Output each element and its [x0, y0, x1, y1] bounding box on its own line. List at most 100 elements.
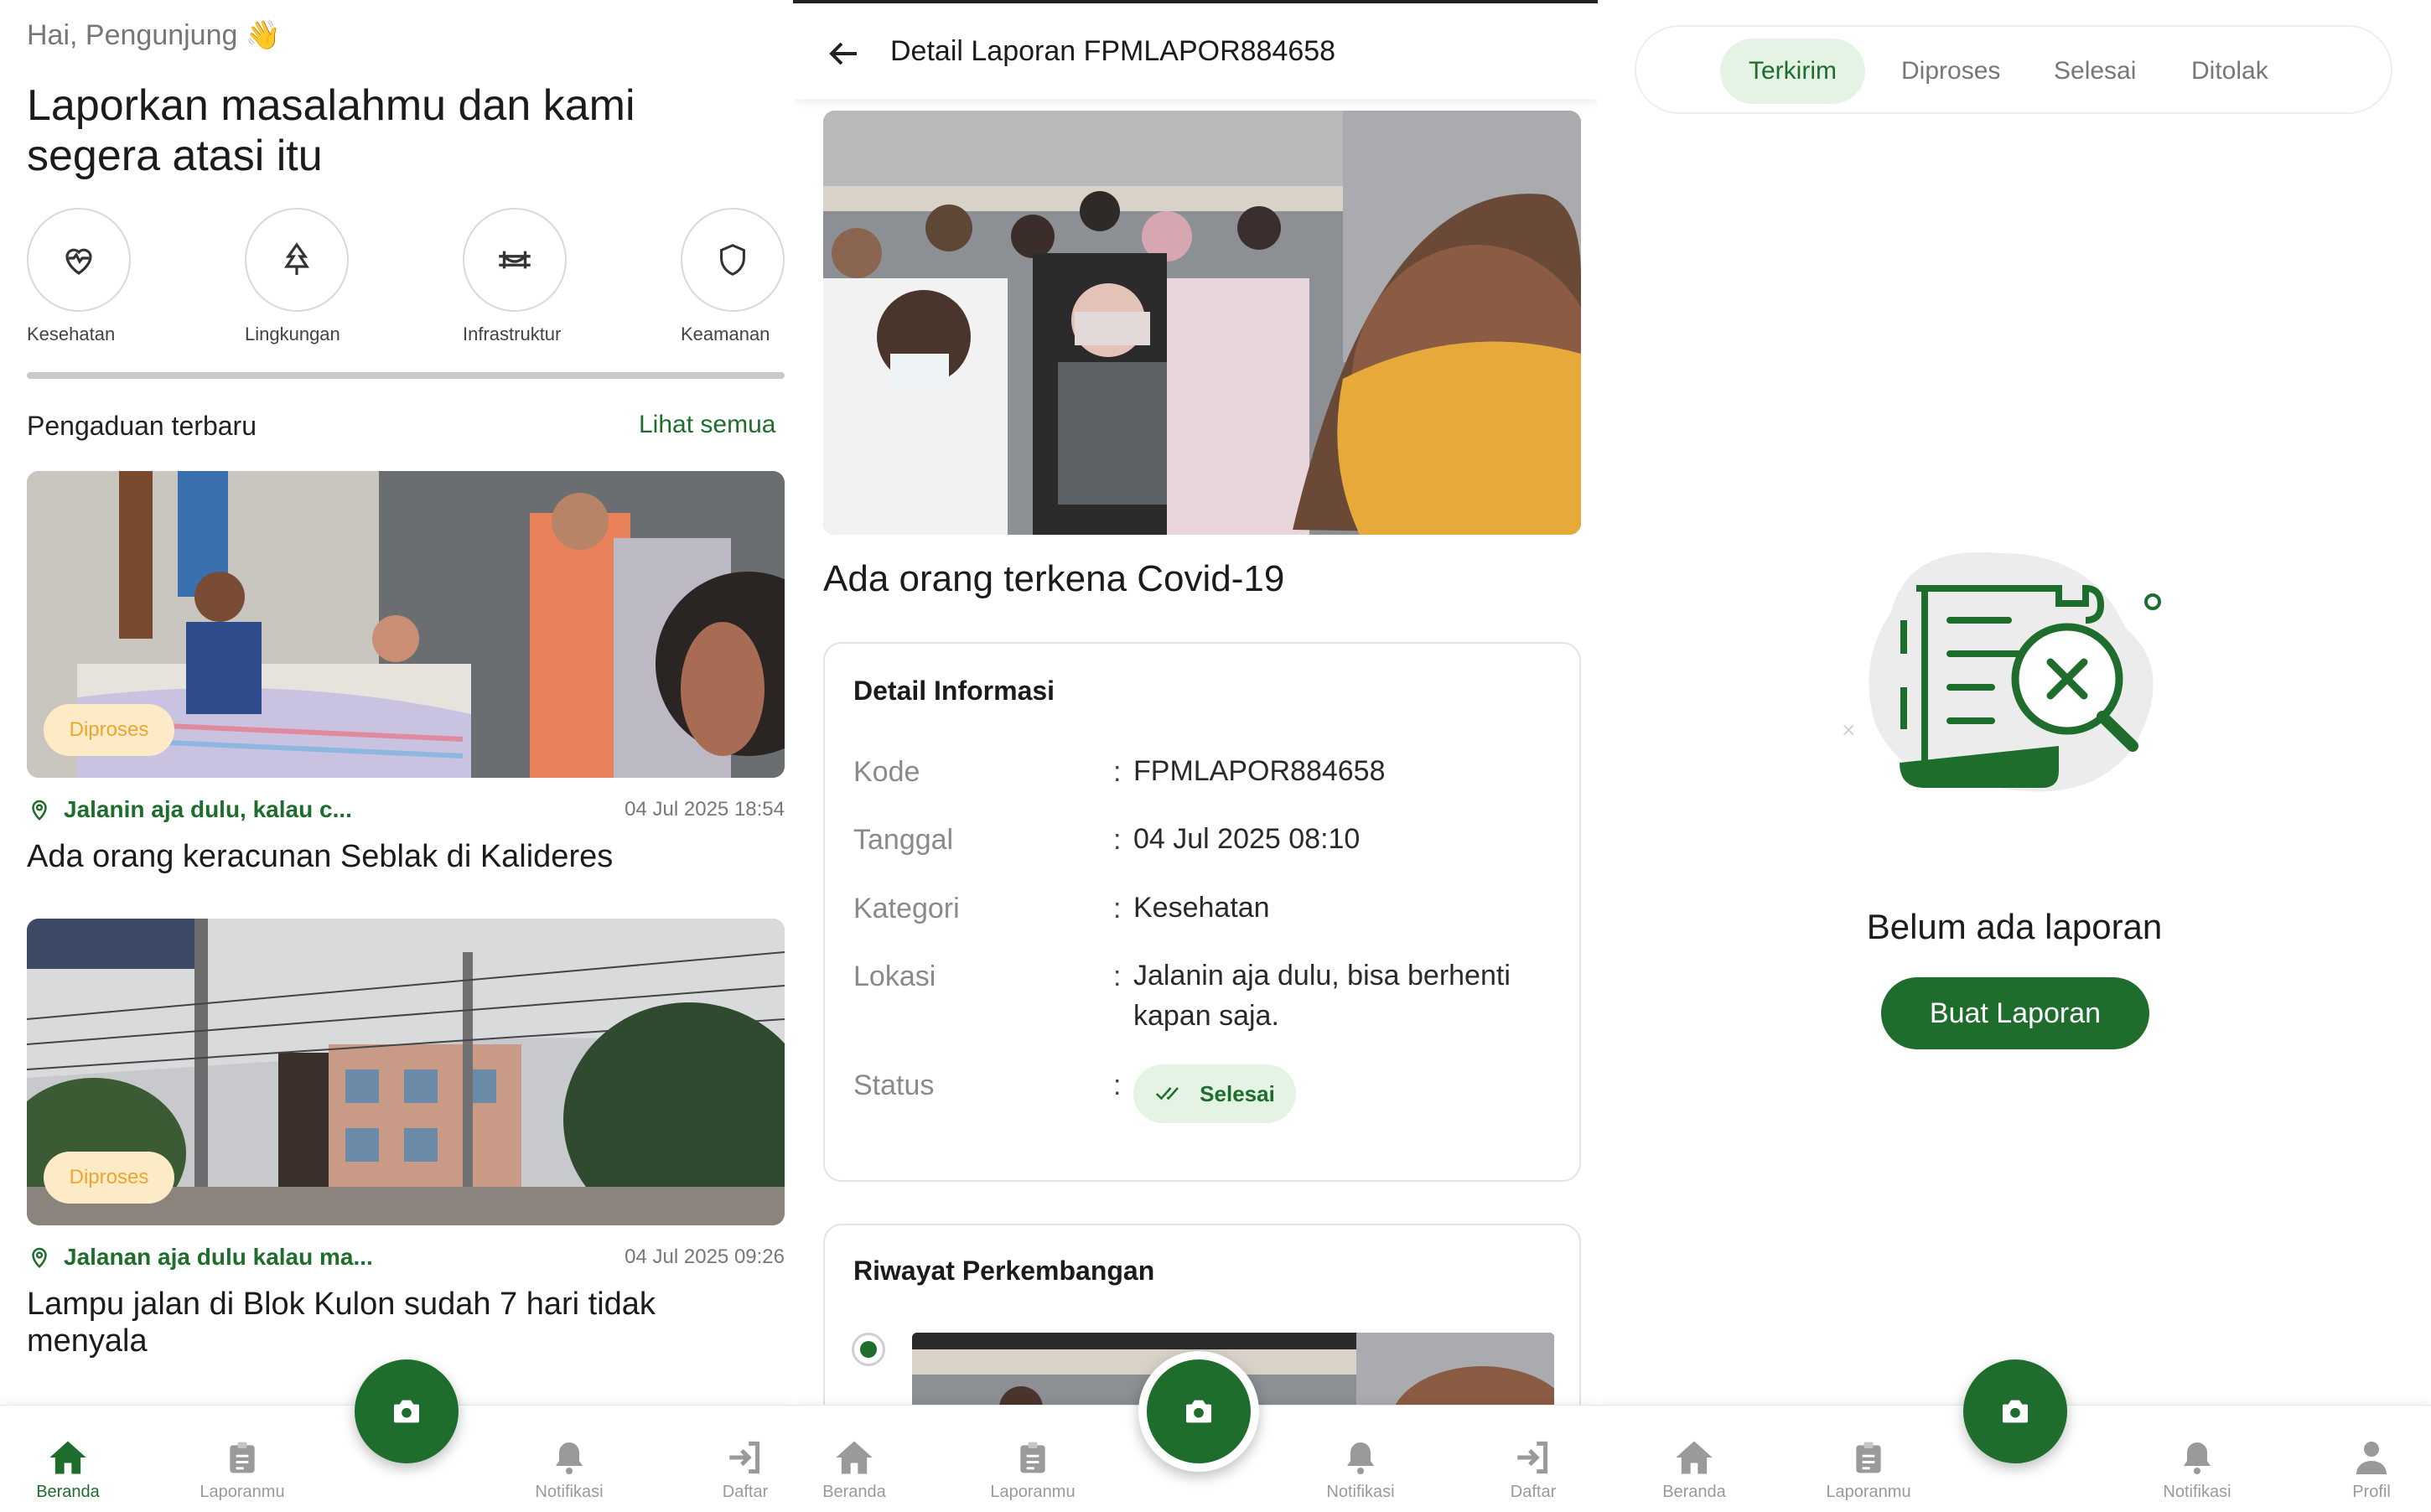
- field-label: Kategori: [853, 893, 960, 924]
- nav-notifikasi[interactable]: Notifikasi: [498, 1432, 640, 1502]
- bell-icon: [2126, 1432, 2268, 1483]
- category-label: Kesehatan: [27, 324, 116, 344]
- field-value: FPMLAPOR884658: [1133, 755, 1386, 787]
- heart-pulse-icon: [27, 208, 131, 312]
- home-screen: Hai, Pengunjung 👋 Laporkan masalahmu dan…: [0, 0, 793, 1512]
- report-location-row: Jalanan aja dulu kalau ma... 04 Jul 2025…: [27, 1240, 785, 1274]
- nav-label: Laporanmu: [990, 1483, 1076, 1501]
- camera-icon: [394, 1400, 419, 1423]
- create-report-button[interactable]: Buat Laporan: [1881, 977, 2149, 1049]
- detail-info-card: Detail Informasi Kode : FPMLAPOR884658 T…: [823, 642, 1581, 1182]
- camera-fab-button[interactable]: [355, 1359, 459, 1463]
- greeting-text: Hai, Pengunjung 👋: [27, 19, 282, 51]
- nav-label: Beranda: [36, 1483, 100, 1501]
- field-label: Lokasi: [853, 961, 936, 992]
- category-kesehatan[interactable]: Kesehatan: [27, 208, 161, 345]
- nav-laporanmu[interactable]: Laporanmu: [1797, 1432, 1940, 1502]
- nav-label: Laporanmu: [1826, 1483, 1911, 1501]
- nav-label: Beranda: [822, 1483, 886, 1501]
- nav-label: Notifikasi: [1326, 1483, 1395, 1501]
- report-location: Jalanan aja dulu kalau ma...: [64, 1244, 373, 1270]
- report-timestamp: 04 Jul 2025 18:54: [625, 798, 785, 821]
- category-label: Lingkungan: [245, 324, 340, 344]
- nav-beranda[interactable]: Beranda: [0, 1432, 139, 1502]
- field-value: 04 Jul 2025 08:10: [1133, 823, 1361, 855]
- detail-info-title: Detail Informasi: [853, 676, 1055, 706]
- nav-label: Daftar: [1510, 1483, 1557, 1501]
- report-detail-screen: Detail Laporan FPMLAPOR884658 Ada orang …: [793, 0, 1598, 1512]
- svg-text:×: ×: [1841, 720, 1856, 741]
- page-title: Detail Laporan FPMLAPOR884658: [890, 35, 1336, 67]
- nav-beranda[interactable]: Beranda: [793, 1432, 925, 1502]
- status-badge: Selesai: [1133, 1064, 1296, 1123]
- field-separator: :: [1113, 756, 1122, 788]
- category-label: Infrastruktur: [463, 324, 562, 344]
- status-badge: Diproses: [44, 704, 174, 756]
- nav-label: Daftar: [722, 1483, 769, 1501]
- status-tabs: Terkirim Diproses Selesai Ditolak: [1635, 25, 2392, 114]
- field-separator: :: [1113, 893, 1122, 924]
- login-icon: [674, 1432, 793, 1483]
- field-label: Kode: [853, 756, 920, 788]
- report-title: Ada orang terkena Covid-19: [823, 558, 1285, 599]
- nav-daftar[interactable]: Daftar: [674, 1432, 793, 1502]
- report-location: Jalanin aja dulu, kalau c...: [64, 796, 352, 822]
- nav-label: Notifikasi: [2163, 1483, 2231, 1501]
- nav-profil[interactable]: Profil: [2300, 1432, 2431, 1502]
- history-title: Riwayat Perkembangan: [853, 1256, 1155, 1286]
- nav-label: Profil: [2352, 1483, 2391, 1501]
- camera-fab-button[interactable]: [1963, 1359, 2067, 1463]
- camera-fab-button[interactable]: [1138, 1351, 1259, 1472]
- nav-notifikasi[interactable]: Notifikasi: [2126, 1432, 2268, 1502]
- home-icon: [793, 1432, 925, 1483]
- login-icon: [1462, 1432, 1598, 1483]
- report-title[interactable]: Ada orang keracunan Seblak di Kalideres: [27, 838, 785, 875]
- field-value: Kesehatan: [1133, 892, 1270, 924]
- report-title[interactable]: Lampu jalan di Blok Kulon sudah 7 hari t…: [27, 1286, 785, 1359]
- nav-laporanmu[interactable]: Laporanmu: [171, 1432, 314, 1502]
- category-lingkungan[interactable]: Lingkungan: [245, 208, 379, 345]
- scroll-indicator: [27, 372, 785, 379]
- recent-section-title: Pengaduan terbaru: [27, 411, 257, 441]
- empty-state-illustration: ×: [1841, 536, 2193, 821]
- bell-icon: [1289, 1432, 1432, 1483]
- report-timestamp: 04 Jul 2025 09:26: [625, 1245, 785, 1268]
- status-badge: Diproses: [44, 1152, 174, 1204]
- nav-beranda[interactable]: Beranda: [1623, 1432, 1765, 1502]
- detail-header: Detail Laporan FPMLAPOR884658: [793, 0, 1598, 99]
- see-all-link[interactable]: Lihat semua: [639, 411, 775, 439]
- report-photo[interactable]: [823, 111, 1581, 535]
- camera-icon: [1186, 1400, 1211, 1423]
- nav-notifikasi[interactable]: Notifikasi: [1289, 1432, 1432, 1502]
- category-label: Keamanan: [681, 324, 770, 344]
- tab-diproses[interactable]: Diproses: [1873, 39, 2029, 104]
- clipboard-icon: [962, 1432, 1104, 1483]
- field-value: Jalanin aja dulu, bisa berhenti kapan sa…: [1133, 960, 1511, 1032]
- clipboard-icon: [1797, 1432, 1940, 1483]
- bell-icon: [498, 1432, 640, 1483]
- my-reports-screen: Terkirim Diproses Selesai Ditolak × Belu…: [1598, 0, 2431, 1512]
- camera-icon: [2003, 1400, 2028, 1423]
- nav-label: Laporanmu: [200, 1483, 285, 1501]
- back-arrow-icon[interactable]: [823, 34, 863, 74]
- tab-ditolak[interactable]: Ditolak: [2163, 39, 2297, 104]
- report-location-row: Jalanin aja dulu, kalau c... 04 Jul 2025…: [27, 793, 785, 826]
- double-check-icon: [1156, 1087, 1179, 1100]
- field-label: Tanggal: [853, 824, 954, 856]
- home-icon: [0, 1432, 139, 1483]
- nav-laporanmu[interactable]: Laporanmu: [962, 1432, 1104, 1502]
- user-icon: [2300, 1432, 2431, 1483]
- bridge-icon: [463, 208, 567, 312]
- category-infrastruktur[interactable]: Infrastruktur: [463, 208, 597, 345]
- tab-selesai[interactable]: Selesai: [2025, 39, 2164, 104]
- location-pin-icon: [32, 800, 47, 821]
- nav-label: Notifikasi: [535, 1483, 604, 1501]
- empty-state-title: Belum ada laporan: [1866, 907, 2163, 946]
- field-separator: :: [1113, 1069, 1122, 1101]
- category-keamanan[interactable]: Keamanan: [681, 208, 785, 345]
- field-label: Status: [853, 1069, 935, 1101]
- clipboard-icon: [171, 1432, 314, 1483]
- nav-daftar[interactable]: Daftar: [1462, 1432, 1598, 1502]
- tab-terkirim[interactable]: Terkirim: [1720, 39, 1865, 104]
- status-text: Selesai: [1200, 1080, 1275, 1106]
